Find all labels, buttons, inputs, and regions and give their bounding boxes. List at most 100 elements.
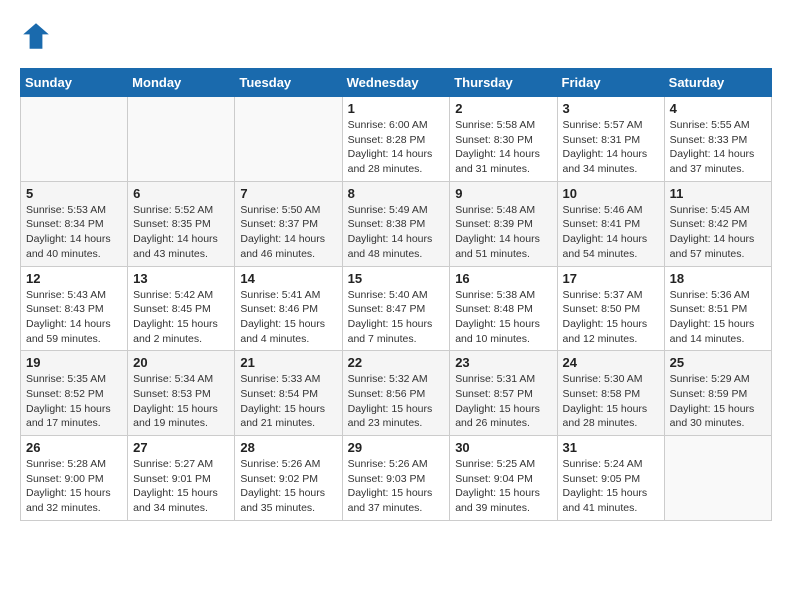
day-number: 23 — [455, 355, 551, 370]
calendar-cell: 16 Sunrise: 5:38 AM Sunset: 8:48 PM Dayli… — [450, 266, 557, 351]
weekday-header-monday: Monday — [128, 69, 235, 97]
weekday-header-friday: Friday — [557, 69, 664, 97]
calendar-cell: 4 Sunrise: 5:55 AM Sunset: 8:33 PM Daylig… — [664, 97, 771, 182]
day-number: 3 — [563, 101, 659, 116]
day-info: Sunrise: 5:40 AM Sunset: 8:47 PM Dayligh… — [348, 288, 445, 347]
calendar-table: SundayMondayTuesdayWednesdayThursdayFrid… — [20, 68, 772, 521]
day-number: 25 — [670, 355, 766, 370]
logo-icon — [20, 20, 52, 52]
calendar-cell: 8 Sunrise: 5:49 AM Sunset: 8:38 PM Daylig… — [342, 181, 450, 266]
calendar-cell: 11Sunrise: 5:45 AM Sunset: 8:42 PM Dayli… — [664, 181, 771, 266]
day-info: Sunrise: 5:53 AM Sunset: 8:34 PM Dayligh… — [26, 203, 122, 262]
day-number: 26 — [26, 440, 122, 455]
day-number: 30 — [455, 440, 551, 455]
day-number: 13 — [133, 271, 229, 286]
calendar-cell — [664, 436, 771, 521]
day-number: 31 — [563, 440, 659, 455]
day-number: 24 — [563, 355, 659, 370]
calendar-week-row: 1Sunrise: 6:00 AM Sunset: 8:28 PM Daylig… — [21, 97, 772, 182]
weekday-header-tuesday: Tuesday — [235, 69, 342, 97]
day-number: 29 — [348, 440, 445, 455]
day-info: Sunrise: 5:43 AM Sunset: 8:43 PM Dayligh… — [26, 288, 122, 347]
calendar-cell: 3 Sunrise: 5:57 AM Sunset: 8:31 PM Daylig… — [557, 97, 664, 182]
calendar-cell: 18 Sunrise: 5:36 AM Sunset: 8:51 PM Dayli… — [664, 266, 771, 351]
calendar-cell: 25 Sunrise: 5:29 AM Sunset: 8:59 PM Dayli… — [664, 351, 771, 436]
calendar-cell — [21, 97, 128, 182]
day-info: Sunrise: 5:37 AM Sunset: 8:50 PM Dayligh… — [563, 288, 659, 347]
calendar-cell: 23 Sunrise: 5:31 AM Sunset: 8:57 PM Dayli… — [450, 351, 557, 436]
calendar-cell: 10Sunrise: 5:46 AM Sunset: 8:41 PM Dayli… — [557, 181, 664, 266]
day-info: Sunrise: 5:48 AM Sunset: 8:39 PM Dayligh… — [455, 203, 551, 262]
day-number: 6 — [133, 186, 229, 201]
calendar-week-row: 12 Sunrise: 5:43 AM Sunset: 8:43 PM Dayli… — [21, 266, 772, 351]
day-number: 21 — [240, 355, 336, 370]
calendar-cell: 27 Sunrise: 5:27 AM Sunset: 9:01 PM Dayli… — [128, 436, 235, 521]
calendar-cell: 17 Sunrise: 5:37 AM Sunset: 8:50 PM Dayli… — [557, 266, 664, 351]
day-number: 7 — [240, 186, 336, 201]
calendar-cell — [235, 97, 342, 182]
calendar-cell: 7 Sunrise: 5:50 AM Sunset: 8:37 PM Daylig… — [235, 181, 342, 266]
day-info: Sunrise: 5:41 AM Sunset: 8:46 PM Dayligh… — [240, 288, 336, 347]
calendar-cell — [128, 97, 235, 182]
day-info: Sunrise: 5:33 AM Sunset: 8:54 PM Dayligh… — [240, 372, 336, 431]
weekday-header-saturday: Saturday — [664, 69, 771, 97]
calendar-cell: 21 Sunrise: 5:33 AM Sunset: 8:54 PM Dayli… — [235, 351, 342, 436]
day-info: Sunrise: 5:26 AM Sunset: 9:02 PM Dayligh… — [240, 457, 336, 516]
weekday-header-sunday: Sunday — [21, 69, 128, 97]
day-number: 22 — [348, 355, 445, 370]
calendar-cell: 9 Sunrise: 5:48 AM Sunset: 8:39 PM Daylig… — [450, 181, 557, 266]
calendar-week-row: 19 Sunrise: 5:35 AM Sunset: 8:52 PM Dayli… — [21, 351, 772, 436]
day-info: Sunrise: 5:28 AM Sunset: 9:00 PM Dayligh… — [26, 457, 122, 516]
day-number: 11 — [670, 186, 766, 201]
calendar-cell: 28Sunrise: 5:26 AM Sunset: 9:02 PM Dayli… — [235, 436, 342, 521]
day-number: 18 — [670, 271, 766, 286]
day-info: Sunrise: 5:27 AM Sunset: 9:01 PM Dayligh… — [133, 457, 229, 516]
day-number: 15 — [348, 271, 445, 286]
calendar-cell: 20 Sunrise: 5:34 AM Sunset: 8:53 PM Dayli… — [128, 351, 235, 436]
day-number: 9 — [455, 186, 551, 201]
day-number: 17 — [563, 271, 659, 286]
weekday-header-wednesday: Wednesday — [342, 69, 450, 97]
day-number: 14 — [240, 271, 336, 286]
calendar-week-row: 26 Sunrise: 5:28 AM Sunset: 9:00 PM Dayli… — [21, 436, 772, 521]
calendar-cell: 2 Sunrise: 5:58 AM Sunset: 8:30 PM Daylig… — [450, 97, 557, 182]
calendar-cell: 12 Sunrise: 5:43 AM Sunset: 8:43 PM Dayli… — [21, 266, 128, 351]
day-info: Sunrise: 5:52 AM Sunset: 8:35 PM Dayligh… — [133, 203, 229, 262]
day-info: Sunrise: 5:24 AM Sunset: 9:05 PM Dayligh… — [563, 457, 659, 516]
day-info: Sunrise: 5:30 AM Sunset: 8:58 PM Dayligh… — [563, 372, 659, 431]
day-info: Sunrise: 5:36 AM Sunset: 8:51 PM Dayligh… — [670, 288, 766, 347]
calendar-cell: 14 Sunrise: 5:41 AM Sunset: 8:46 PM Dayli… — [235, 266, 342, 351]
day-info: Sunrise: 5:55 AM Sunset: 8:33 PM Dayligh… — [670, 118, 766, 177]
day-info: Sunrise: 5:38 AM Sunset: 8:48 PM Dayligh… — [455, 288, 551, 347]
day-info: Sunrise: 5:57 AM Sunset: 8:31 PM Dayligh… — [563, 118, 659, 177]
day-info: Sunrise: 5:58 AM Sunset: 8:30 PM Dayligh… — [455, 118, 551, 177]
day-info: Sunrise: 5:31 AM Sunset: 8:57 PM Dayligh… — [455, 372, 551, 431]
day-info: Sunrise: 5:35 AM Sunset: 8:52 PM Dayligh… — [26, 372, 122, 431]
day-info: Sunrise: 5:32 AM Sunset: 8:56 PM Dayligh… — [348, 372, 445, 431]
day-info: Sunrise: 5:29 AM Sunset: 8:59 PM Dayligh… — [670, 372, 766, 431]
day-number: 19 — [26, 355, 122, 370]
day-info: Sunrise: 5:25 AM Sunset: 9:04 PM Dayligh… — [455, 457, 551, 516]
day-number: 8 — [348, 186, 445, 201]
logo — [20, 20, 56, 52]
calendar-cell: 19 Sunrise: 5:35 AM Sunset: 8:52 PM Dayli… — [21, 351, 128, 436]
day-number: 12 — [26, 271, 122, 286]
calendar-cell: 30 Sunrise: 5:25 AM Sunset: 9:04 PM Dayli… — [450, 436, 557, 521]
day-number: 20 — [133, 355, 229, 370]
day-number: 27 — [133, 440, 229, 455]
day-info: Sunrise: 5:46 AM Sunset: 8:41 PM Dayligh… — [563, 203, 659, 262]
day-number: 5 — [26, 186, 122, 201]
day-number: 16 — [455, 271, 551, 286]
day-info: Sunrise: 5:42 AM Sunset: 8:45 PM Dayligh… — [133, 288, 229, 347]
calendar-week-row: 5 Sunrise: 5:53 AM Sunset: 8:34 PM Daylig… — [21, 181, 772, 266]
day-info: Sunrise: 5:49 AM Sunset: 8:38 PM Dayligh… — [348, 203, 445, 262]
calendar-cell: 24 Sunrise: 5:30 AM Sunset: 8:58 PM Dayli… — [557, 351, 664, 436]
weekday-header-thursday: Thursday — [450, 69, 557, 97]
day-info: Sunrise: 5:50 AM Sunset: 8:37 PM Dayligh… — [240, 203, 336, 262]
day-info: Sunrise: 5:34 AM Sunset: 8:53 PM Dayligh… — [133, 372, 229, 431]
calendar-cell: 13 Sunrise: 5:42 AM Sunset: 8:45 PM Dayli… — [128, 266, 235, 351]
calendar-cell: 6 Sunrise: 5:52 AM Sunset: 8:35 PM Daylig… — [128, 181, 235, 266]
calendar-header-row: SundayMondayTuesdayWednesdayThursdayFrid… — [21, 69, 772, 97]
day-number: 4 — [670, 101, 766, 116]
day-number: 2 — [455, 101, 551, 116]
